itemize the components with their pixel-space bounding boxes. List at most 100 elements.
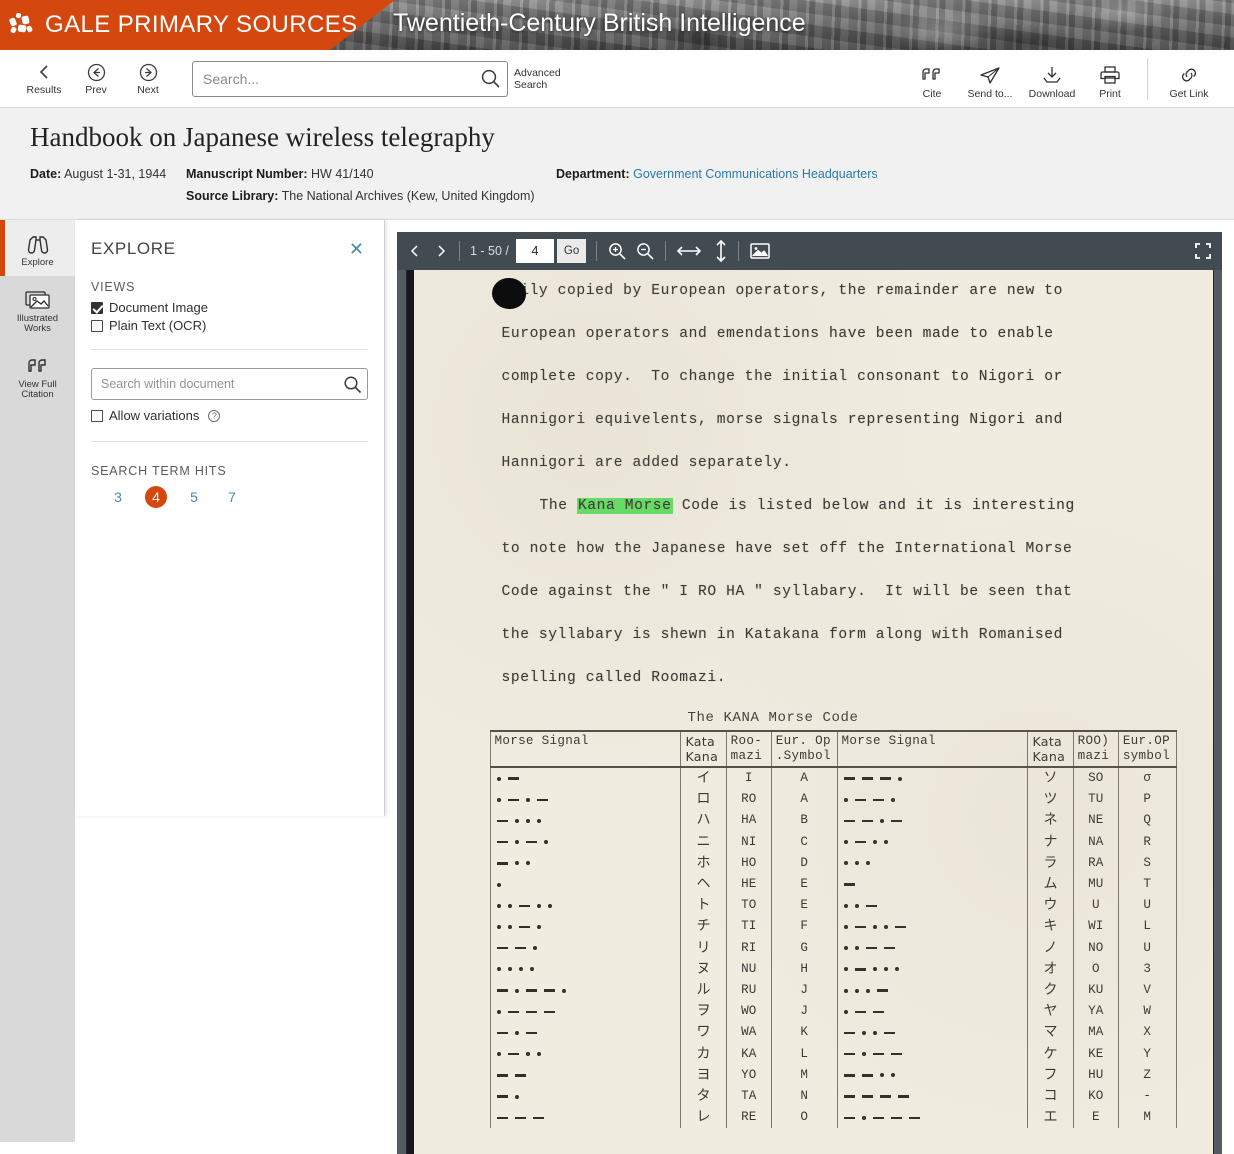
eur-symbol-cell-right: 3 [1117, 958, 1177, 981]
send-to-button[interactable]: Send to... [959, 61, 1021, 100]
morse-dash [865, 946, 877, 950]
col-morse-signal-right: Morse Signal [836, 730, 1029, 768]
morse-signal [842, 853, 1024, 874]
morse-signal [495, 832, 677, 853]
page-view-canvas[interactable]: asily copied by European operators, the … [397, 270, 1222, 1154]
get-link-button[interactable]: Get Link [1158, 61, 1220, 100]
advanced-search-link[interactable]: Advanced Search [514, 67, 572, 91]
morse-cell-left [489, 958, 682, 981]
katakana-cell-right: フ [1027, 1064, 1074, 1087]
morse-dash [532, 1116, 544, 1120]
paper-plane-icon [979, 61, 1001, 85]
page-number-input[interactable] [515, 239, 554, 263]
morse-dash [525, 1010, 537, 1014]
morse-signal [495, 768, 677, 789]
morse-dot [897, 776, 902, 781]
prev-button[interactable]: Prev [78, 61, 114, 96]
search-within-document-input[interactable] [92, 369, 337, 399]
table-row: チ TI F キ WI L [489, 916, 1177, 938]
katakana-cell-right: ネ [1027, 810, 1074, 832]
view-option-plain-text[interactable]: Plain Text (OCR) [91, 318, 368, 333]
hit-page-7[interactable]: 7 [221, 486, 243, 508]
global-search[interactable] [192, 60, 508, 97]
eur-symbol-cell-left: A [770, 767, 838, 790]
eur-symbol-cell-left: F [770, 916, 838, 938]
morse-dash [496, 946, 508, 950]
search-icon[interactable] [473, 68, 507, 89]
view-option-document-image[interactable]: Document Image [91, 300, 368, 315]
print-button[interactable]: Print [1083, 61, 1137, 100]
morse-cell-right [836, 958, 1029, 981]
morse-dash [496, 989, 508, 992]
close-icon[interactable]: ✕ [345, 238, 368, 260]
morse-dash [897, 1095, 909, 1098]
morse-dash [883, 946, 895, 950]
morse-dot [843, 988, 848, 993]
morse-signal [842, 959, 1024, 980]
morse-cell-right [836, 895, 1029, 917]
nav-history-group: Results Prev Next [26, 61, 166, 96]
morse-dash [861, 1095, 873, 1098]
next-button[interactable]: Next [130, 61, 166, 96]
morse-cell-right [836, 1064, 1029, 1087]
brand-block[interactable]: GALE PRIMARY SOURCES [0, 0, 395, 50]
search-input[interactable] [193, 61, 473, 96]
katakana-cell-right: ツ [1027, 789, 1074, 811]
fit-width-icon[interactable] [676, 243, 702, 259]
hit-page-5[interactable]: 5 [183, 486, 205, 508]
morse-cell-right [836, 810, 1029, 832]
morse-dash [854, 798, 866, 802]
download-button[interactable]: Download [1021, 61, 1083, 100]
allow-variations-row[interactable]: Allow variations ? [91, 408, 368, 423]
go-button[interactable]: Go [556, 239, 587, 263]
morse-dot [883, 967, 888, 972]
table-row: イ I A ソ SO σ [489, 767, 1177, 790]
morse-dot [496, 1009, 501, 1014]
morse-dash [879, 1095, 891, 1098]
morse-dot [861, 1115, 866, 1120]
roomazi-cell-right: KE [1072, 1043, 1119, 1065]
sidebar-item-illustrated-works[interactable]: Illustrated Works [0, 276, 75, 342]
cite-button[interactable]: Cite [905, 61, 959, 100]
fit-height-icon[interactable] [714, 239, 728, 263]
viewer-next-page-button[interactable] [433, 243, 449, 259]
katakana-cell-right: マ [1027, 1022, 1074, 1044]
sidebar-item-explore[interactable]: Explore [0, 220, 75, 276]
table-row: ヘ HE E ム MU T [489, 874, 1177, 896]
hit-page-3[interactable]: 3 [107, 486, 129, 508]
viewer-prev-page-button[interactable] [407, 243, 423, 259]
morse-cell-left [489, 789, 682, 811]
checkbox-allow-variations[interactable] [91, 409, 103, 422]
nav-toolbar: Results Prev Next AdvancedSearch Cite [0, 50, 1234, 108]
roomazi-cell-left: I [725, 767, 772, 790]
checkbox-document-image[interactable] [91, 301, 103, 314]
scanned-document-image[interactable]: asily copied by European operators, the … [406, 270, 1213, 1154]
roomazi-cell-left: NI [725, 831, 772, 853]
search-icon[interactable] [337, 375, 367, 394]
department-link[interactable]: Government Communications Headquarters [633, 167, 878, 181]
document-metadata: Handbook on Japanese wireless telegraphy… [0, 108, 1234, 220]
fullscreen-icon[interactable] [1194, 242, 1212, 260]
sidebar-item-view-full-citation[interactable]: View Full Citation [0, 342, 75, 408]
morse-dash [843, 1031, 855, 1035]
morse-dot [543, 840, 548, 845]
checkbox-plain-text[interactable] [91, 319, 103, 332]
morse-dash [543, 989, 555, 992]
morse-dash [507, 798, 519, 802]
morse-dash [507, 1010, 519, 1014]
morse-dot [883, 840, 888, 845]
katakana-cell-right: ソ [1027, 767, 1074, 790]
document-paragraph-2: The Kana Morse Code is listed below and … [414, 485, 1213, 700]
zoom-in-icon[interactable] [607, 241, 627, 261]
printer-icon [1099, 61, 1121, 85]
date-field: Date: August 1-31, 1944 [30, 167, 166, 181]
results-button[interactable]: Results [26, 61, 62, 96]
hit-page-4[interactable]: 4 [145, 486, 167, 508]
image-icon[interactable] [749, 242, 771, 260]
zoom-out-icon[interactable] [635, 241, 655, 261]
search-within-document[interactable] [91, 368, 368, 400]
katakana-cell-right: エ [1027, 1107, 1074, 1129]
morse-dash [496, 819, 508, 823]
help-icon[interactable]: ? [208, 409, 221, 422]
morse-cell-right [836, 1107, 1029, 1129]
